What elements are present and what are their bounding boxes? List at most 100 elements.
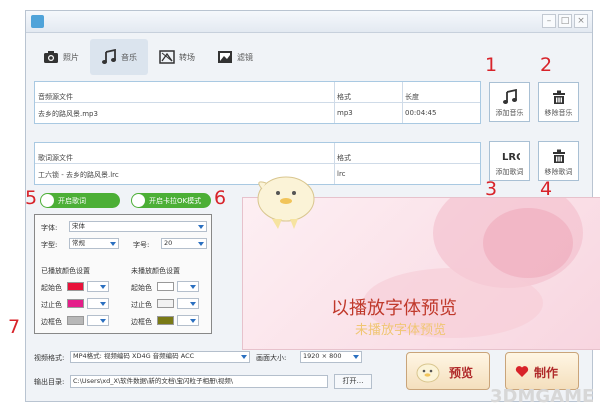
add-music-button[interactable]: 添加音乐 <box>489 82 530 122</box>
tab-photos[interactable]: 照片 <box>32 39 90 75</box>
tab-transitions[interactable]: 转场 <box>148 39 206 75</box>
annotation-number: 3 <box>485 178 498 200</box>
tab-music[interactable]: 音乐 <box>90 39 148 75</box>
music-header-source: 音频源文件 <box>38 93 73 101</box>
chevron-down-icon <box>190 285 196 289</box>
chevron-down-icon <box>198 225 204 229</box>
style-label: 字型: <box>41 241 58 249</box>
lyrics-toggle[interactable]: 开启歌词 <box>40 193 120 208</box>
chevron-down-icon <box>241 355 247 359</box>
lyrics-header-source: 歌词源文件 <box>38 154 73 162</box>
transition-icon <box>159 50 175 64</box>
tab-filters[interactable]: 滤镜 <box>206 39 264 75</box>
remove-music-button[interactable]: 移除音乐 <box>538 82 579 122</box>
image-filter-icon <box>218 51 232 63</box>
make-button-label: 制作 <box>534 366 559 380</box>
annotation-number: 4 <box>540 178 553 200</box>
unplayed-border-swatch[interactable] <box>157 316 174 325</box>
app-window: – □ × 照片 音乐 转场 滤镜 音频源文件 格式 长度 去乡的路风景.mp3… <box>25 10 600 402</box>
chevron-down-icon <box>190 302 196 306</box>
lyrics-row-source[interactable]: 工六锁 - 去乡的路风景.lrc <box>38 170 119 180</box>
played-border-label: 边框色 <box>41 318 62 326</box>
add-music-label: 添加音乐 <box>495 109 524 117</box>
mascot-bird-image <box>257 176 315 229</box>
unplayed-border-dropdown[interactable] <box>177 315 199 326</box>
remove-lyrics-label: 移除歌词 <box>544 168 573 176</box>
video-format-select[interactable]: MP4格式: 视频编码 XD4G 音频编码 ACC <box>70 351 250 363</box>
add-lyrics-label: 添加歌词 <box>495 168 524 176</box>
size-select[interactable]: 20 <box>161 238 207 249</box>
annotation-number: 1 <box>485 54 498 76</box>
frame-size-select[interactable]: 1920 × 800 <box>300 351 362 363</box>
tab-bar: 照片 音乐 转场 滤镜 <box>32 39 264 75</box>
chevron-down-icon <box>190 319 196 323</box>
mascot-icon <box>416 363 440 383</box>
heart-icon <box>515 366 529 377</box>
music-header-format: 格式 <box>337 93 351 101</box>
tab-transitions-label: 转场 <box>179 52 195 62</box>
title-bar: – □ × <box>26 11 592 33</box>
chevron-down-icon <box>100 302 106 306</box>
played-font-preview: 以播放字体预览 <box>331 298 457 319</box>
unplayed-font-preview: 未播放字体预览 <box>355 323 447 338</box>
font-label: 字体: <box>41 224 58 232</box>
chevron-down-icon <box>353 355 359 359</box>
lrc-file-icon: LRC <box>502 152 520 163</box>
music-row-source[interactable]: 去乡的路风景.mp3 <box>38 109 98 119</box>
font-settings-panel: 字体: 宋体 字型: 常规 字号: 20 已播放颜色设置 未播放颜色设置 起始色… <box>34 214 212 334</box>
annotation-number: 6 <box>214 187 227 209</box>
unplayed-end-label: 过止色 <box>131 301 152 309</box>
unplayed-start-dropdown[interactable] <box>177 281 199 292</box>
svg-text:LRC: LRC <box>502 152 520 163</box>
chevron-down-icon <box>198 242 204 246</box>
trash-icon <box>553 90 565 104</box>
tab-music-label: 音乐 <box>121 52 137 62</box>
add-lyrics-button[interactable]: LRC 添加歌词 <box>489 141 530 181</box>
annotation-number: 2 <box>540 54 553 76</box>
close-button[interactable]: × <box>574 14 588 28</box>
played-start-dropdown[interactable] <box>87 281 109 292</box>
music-row-format: mp3 <box>337 109 353 117</box>
played-color-title: 已播放颜色设置 <box>41 267 90 275</box>
font-select[interactable]: 宋体 <box>69 221 207 232</box>
played-border-dropdown[interactable] <box>87 315 109 326</box>
unplayed-start-swatch[interactable] <box>157 282 174 291</box>
minimize-button[interactable]: – <box>542 14 556 28</box>
chevron-down-icon <box>110 242 116 246</box>
played-end-dropdown[interactable] <box>87 298 109 309</box>
music-table[interactable]: 音频源文件 格式 长度 去乡的路风景.mp3 mp3 00:04:45 <box>34 81 481 124</box>
music-header-length: 长度 <box>405 93 419 101</box>
unplayed-start-label: 起始色 <box>131 284 152 292</box>
played-end-label: 过止色 <box>41 301 62 309</box>
remove-lyrics-button[interactable]: 移除歌词 <box>538 141 579 181</box>
watermark: 3DMGAME <box>490 386 595 407</box>
played-end-swatch[interactable] <box>67 299 84 308</box>
output-dir-label: 输出目录: <box>34 378 65 386</box>
played-border-swatch[interactable] <box>67 316 84 325</box>
remove-music-label: 移除音乐 <box>544 109 573 117</box>
unplayed-end-dropdown[interactable] <box>177 298 199 309</box>
style-select[interactable]: 常规 <box>69 238 119 249</box>
lyrics-row-format: lrc <box>337 170 346 178</box>
maximize-button[interactable]: □ <box>558 14 572 28</box>
output-dir-input[interactable]: C:\Users\xd_X\软件数据\新的文档\宝闪粒子相册\视频\ <box>70 375 328 388</box>
make-button[interactable]: 制作 <box>505 352 579 390</box>
tab-filters-label: 滤镜 <box>237 52 253 62</box>
karaoke-toggle[interactable]: 开启卡拉OK模式 <box>131 193 211 208</box>
lyrics-toggle-label: 开启歌词 <box>58 197 86 205</box>
open-folder-button[interactable]: 打开… <box>334 374 372 389</box>
app-icon <box>31 15 44 28</box>
unplayed-end-swatch[interactable] <box>157 299 174 308</box>
frame-size-label: 画面大小: <box>256 354 287 362</box>
chevron-down-icon <box>100 319 106 323</box>
played-start-swatch[interactable] <box>67 282 84 291</box>
unplayed-border-label: 边框色 <box>131 318 152 326</box>
video-format-label: 视频格式: <box>34 354 65 362</box>
tab-photos-label: 照片 <box>63 52 79 62</box>
music-note-icon <box>102 49 116 64</box>
chevron-down-icon <box>100 285 106 289</box>
preview-button[interactable]: 预览 <box>406 352 490 390</box>
played-start-label: 起始色 <box>41 284 62 292</box>
lyrics-header-format: 格式 <box>337 154 351 162</box>
annotation-number: 5 <box>25 187 38 209</box>
